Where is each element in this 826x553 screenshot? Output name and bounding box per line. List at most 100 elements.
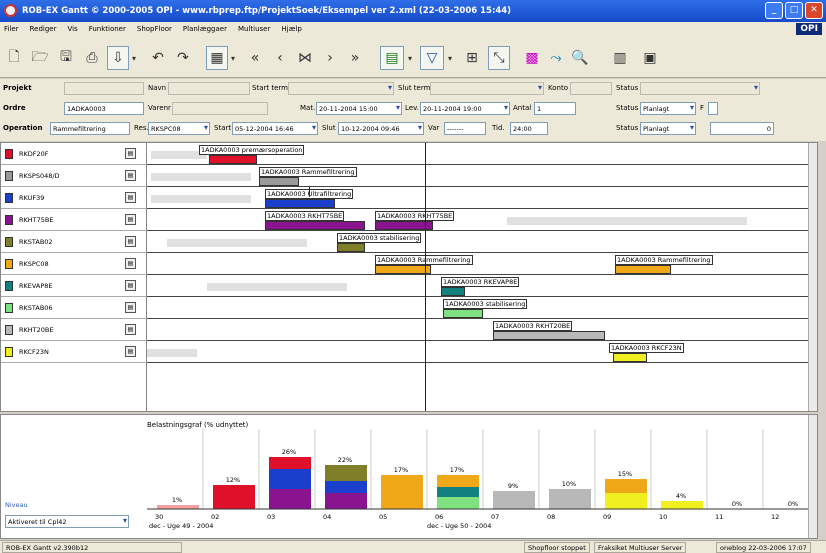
mat-field[interactable]: 20-11-2004 15:00 [316,102,402,115]
start-termin-select[interactable] [288,82,394,95]
ordre-field[interactable]: 1ADKA0003 [64,102,144,115]
resource-settings-icon[interactable]: ▤ [125,170,136,181]
chevron-down-icon[interactable]: ▾ [446,46,454,70]
resource-row[interactable]: RKHT75BE ▤ [1,209,147,231]
var-field[interactable]: ------- [444,122,486,135]
count-field[interactable]: 0 [710,122,774,135]
resource-name: RKEVAP8E [19,281,53,290]
resource-row[interactable]: RKSTAB06 ▤ [1,297,147,319]
resource-settings-icon[interactable]: ▤ [125,258,136,269]
konto-field[interactable] [570,82,612,95]
resource-row[interactable]: RKUF39 ▤ [1,187,147,209]
resource-color [5,170,13,181]
tid-field[interactable]: 24:00 [510,122,548,135]
load-scrollbar[interactable] [808,415,817,538]
menu-funktioner[interactable]: Funktioner [89,25,126,33]
menu-filer[interactable]: Filer [4,25,19,33]
gantt-view-icon[interactable]: ▤ [380,46,404,70]
load-percent: 1% [172,496,182,504]
chevron-down-icon[interactable]: ▾ [130,46,138,70]
schedule-icon[interactable]: ⊞ [462,46,482,70]
res-select[interactable]: RKSPC08 [148,122,210,135]
chevron-down-icon[interactable]: ▾ [406,46,414,70]
graph-select[interactable]: Aktiveret til Cpl42 [5,515,129,528]
calendar-icon[interactable]: ▦ [206,46,228,70]
gantt-lane: 1ADKA0003 RKEVAP8E [147,275,817,297]
menu-multiuser[interactable]: Multiuser [238,25,270,33]
operation-bar[interactable] [493,331,605,340]
menu-shopfloor[interactable]: ShopFloor [137,25,172,33]
menu-rediger[interactable]: Rediger [30,25,57,33]
operation-bar[interactable] [265,221,365,230]
operation-bar[interactable] [613,353,647,362]
redo-icon[interactable]: ↷ [173,46,193,70]
sort-icon[interactable]: ⇩ [107,46,129,70]
resource-row[interactable]: RKCF23N ▤ [1,341,147,363]
resource-settings-icon[interactable]: ▤ [125,214,136,225]
rewind-fast-icon[interactable]: « [245,46,265,70]
operation-bar[interactable] [265,199,335,208]
resource-row[interactable]: RKEVAP8E ▤ [1,275,147,297]
resource-name: RKSTAB06 [19,303,53,312]
gantt-scrollbar[interactable] [808,143,817,411]
forward-fast-icon[interactable]: » [345,46,365,70]
operation-bar[interactable] [615,265,671,274]
slut-field[interactable]: 10-12-2004 09:46 [338,122,424,135]
start-field[interactable]: 05-12-2004 16:46 [232,122,318,135]
resource-row[interactable]: RKSPS048/D ▤ [1,165,147,187]
antal-field[interactable]: 1 [534,102,576,115]
status2-select[interactable]: Planlagt [640,102,696,115]
resource-settings-icon[interactable]: ▤ [125,236,136,247]
operation-bar[interactable] [259,177,299,186]
resource-settings-icon[interactable]: ▤ [125,346,136,357]
palette-icon[interactable]: ▩ [522,46,542,70]
f-checkbox[interactable] [708,102,718,115]
save-icon[interactable]: 🖫 [56,46,76,70]
link-icon[interactable]: ⤡ [488,46,510,70]
resource-settings-icon[interactable]: ▤ [125,280,136,291]
menu-planlaegger[interactable]: Planlæggaer [183,25,227,33]
operation-bar[interactable] [375,265,431,274]
table-icon[interactable]: ▣ [640,46,660,70]
maximize-button[interactable]: □ [785,2,803,19]
filter-icon[interactable]: ▽ [420,46,444,70]
open-icon[interactable]: 🗁 [30,46,50,70]
center-icon[interactable]: ⋈ [295,46,315,70]
menu-hjaelp[interactable]: Hjælp [281,25,301,33]
minimize-button[interactable]: _ [765,2,783,19]
menu-vis[interactable]: Vis [67,25,77,33]
operation-bar[interactable] [441,287,465,296]
ghost-bar [207,283,347,291]
rewind-icon[interactable]: ‹ [270,46,290,70]
operation-bar[interactable] [337,243,365,252]
resource-settings-icon[interactable]: ▤ [125,302,136,313]
close-button[interactable]: ✕ [805,2,823,19]
resource-row[interactable]: RKDF20F ▤ [1,143,147,165]
lev-field[interactable]: 20-11-2004 19:00 [420,102,510,115]
status2-label: Status [616,104,639,112]
navn-field[interactable] [168,82,250,95]
grid-icon[interactable]: ▥ [610,46,630,70]
operation-field[interactable]: Rammefiltrering [50,122,130,135]
forward-icon[interactable]: › [320,46,340,70]
new-icon[interactable]: 🗋 [4,46,24,70]
resource-settings-icon[interactable]: ▤ [125,324,136,335]
resource-row[interactable]: RKHT20BE ▤ [1,319,147,341]
zoom-icon[interactable]: 🔍 [570,46,590,70]
status3-select[interactable]: Planlagt [640,122,696,135]
operation-bar[interactable] [209,155,257,164]
projekt-field[interactable] [64,82,144,95]
resource-row[interactable]: RKSTAB02 ▤ [1,231,147,253]
slut-termin-select[interactable] [430,82,544,95]
varenr-field[interactable] [172,102,268,115]
resource-row[interactable]: RKSPC08 ▤ [1,253,147,275]
print-icon[interactable]: ⎙ [82,46,102,70]
undo-icon[interactable]: ↶ [148,46,168,70]
status-select[interactable] [640,82,760,95]
operation-bar[interactable] [443,309,483,318]
resource-settings-icon[interactable]: ▤ [125,148,136,159]
chevron-down-icon[interactable]: ▾ [229,46,237,70]
arrange-icon[interactable]: ⤳ [546,46,566,70]
gantt-timeline[interactable]: 1ADKA0003 premærsoperation 1ADKA0003 Ram… [147,143,817,411]
resource-settings-icon[interactable]: ▤ [125,192,136,203]
